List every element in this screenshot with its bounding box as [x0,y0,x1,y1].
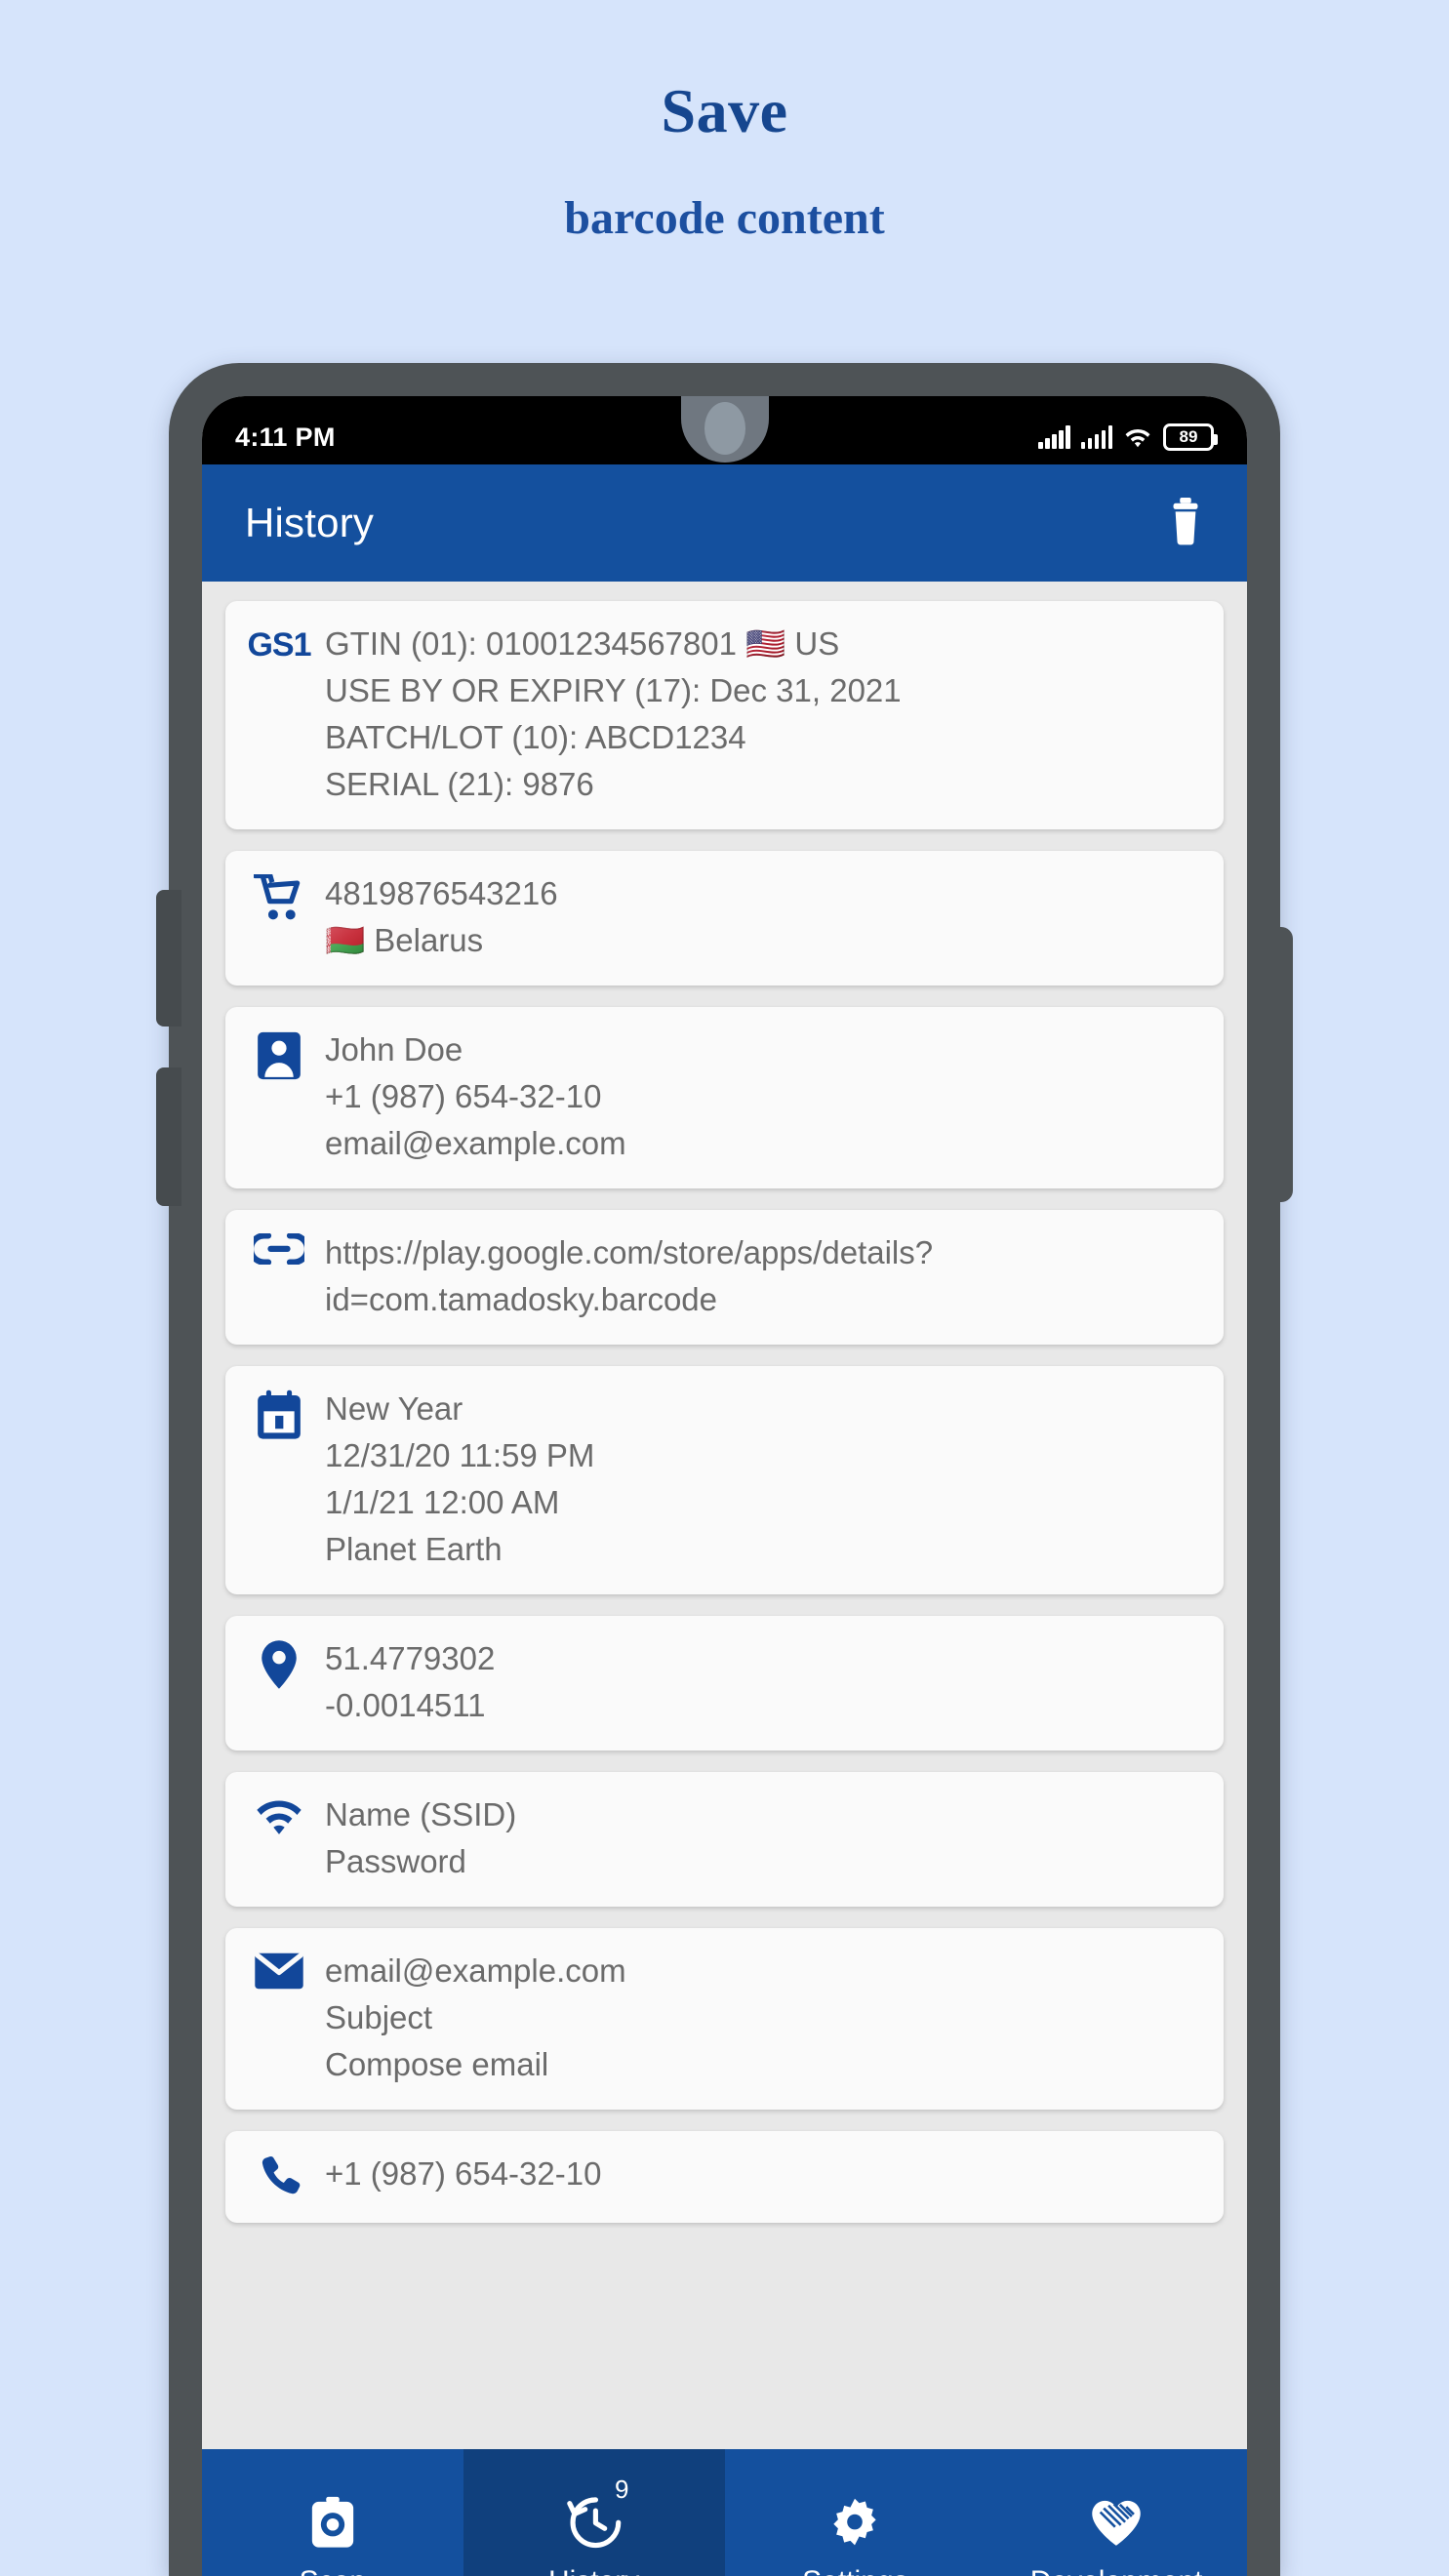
handshake-heart-icon [1092,2500,1141,2546]
nav-item-scan[interactable]: Scan [202,2449,463,2576]
list-item[interactable]: https://play.google.com/store/apps/detai… [225,1210,1224,1345]
list-item[interactable]: 51.4779302 -0.0014511 [225,1616,1224,1751]
list-item[interactable]: 4819876543216 🇧🇾 Belarus [225,851,1224,986]
shopping-cart-icon [254,874,301,920]
nav-label: History [548,2565,639,2576]
list-item-content: GTIN (01): 01001234567801 🇺🇸 US USE BY O… [307,621,1198,808]
list-item-line: John Doe [325,1031,463,1067]
list-item-line: Password [325,1843,466,1879]
status-icons: 89 [1038,410,1218,451]
trash-icon [1173,497,1198,544]
delete-history-button[interactable] [1163,497,1208,550]
volume-up-button[interactable] [156,890,181,1026]
front-camera-icon [704,402,745,455]
link-icon [254,1233,304,1265]
list-item[interactable]: GS1 GTIN (01): 01001234567801 🇺🇸 US USE … [225,601,1224,829]
heading-block: Save barcode content [0,80,1449,242]
nav-item-settings[interactable]: Settings [725,2449,986,2576]
status-bar: 4:11 PM 89 [202,396,1247,464]
app-bar-title: History [245,500,375,545]
list-item-line: New Year [325,1390,463,1427]
list-item-line: email@example.com [325,1125,626,1161]
list-item-line: +1 (987) 654-32-10 [325,1078,602,1114]
list-item-line: email@example.com [325,1952,626,1989]
list-item-line: 1/1/21 12:00 AM [325,1484,560,1520]
list-item-line: 51.4779302 [325,1640,496,1676]
notch [647,396,802,463]
list-item-line: -0.0014511 [325,1687,486,1723]
location-pin-icon [262,1640,297,1689]
nav-label: Scan [300,2565,366,2576]
list-item-line: BATCH/LOT (10): ABCD1234 [325,719,746,755]
history-list[interactable]: GS1 GTIN (01): 01001234567801 🇺🇸 US USE … [202,582,1247,2449]
list-item[interactable]: New Year 12/31/20 11:59 PM 1/1/21 12:00 … [225,1366,1224,1594]
bottom-navigation: Scan 9 History [202,2449,1247,2576]
email-icon [255,1952,303,1990]
list-item-line: Subject [325,1999,433,2035]
wifi-icon [257,1800,302,1834]
list-item[interactable]: email@example.com Subject Compose email [225,1928,1224,2110]
history-clock-icon [566,2497,621,2549]
nav-item-development[interactable]: Development [986,2449,1247,2576]
status-time: 4:11 PM [235,422,336,452]
phone-screen: 4:11 PM 89 History GS1 GTIN (01): 010012… [202,396,1247,2576]
list-item-line: 🇧🇾 Belarus [325,922,484,958]
battery-icon: 89 [1163,423,1218,451]
list-item-line: Planet Earth [325,1531,503,1567]
phone-icon [262,2155,301,2194]
list-item-content: Name (SSID) Password [307,1791,1198,1885]
list-item-line: GTIN (01): 01001234567801 🇺🇸 US [325,625,840,662]
phone-frame: 4:11 PM 89 History GS1 GTIN (01): 010012… [156,363,1293,2576]
list-item-content: 51.4779302 -0.0014511 [307,1635,1198,1729]
history-badge: 9 [615,2475,629,2504]
app-bar: History [202,464,1247,582]
calendar-icon [258,1389,301,1439]
list-item[interactable]: +1 (987) 654-32-10 [225,2131,1224,2223]
list-item-line: https://play.google.com/store/apps/detai… [325,1234,934,1317]
list-item-line: Name (SSID) [325,1796,517,1832]
list-item-content: New Year 12/31/20 11:59 PM 1/1/21 12:00 … [307,1386,1198,1573]
list-item[interactable]: John Doe +1 (987) 654-32-10 email@exampl… [225,1007,1224,1188]
nav-label: Development [1030,2565,1203,2576]
page-title: Save [661,76,788,145]
list-item-content: 4819876543216 🇧🇾 Belarus [307,870,1198,964]
nav-item-history[interactable]: 9 History [463,2449,725,2576]
signal-bars-icon-2 [1080,425,1112,449]
gs1-logo-icon: GS1 [247,626,311,664]
list-item-content: John Doe +1 (987) 654-32-10 email@exampl… [307,1026,1198,1167]
volume-down-button[interactable] [156,1067,181,1206]
power-button[interactable] [1268,927,1293,1202]
promo-screenshot: Save barcode content 4:11 PM 89 History … [0,0,1449,2576]
list-item-line: Compose email [325,2046,549,2082]
list-item-line: 12/31/20 11:59 PM [325,1437,595,1473]
list-item-line: USE BY OR EXPIRY (17): Dec 31, 2021 [325,672,902,708]
list-item-content: https://play.google.com/store/apps/detai… [307,1229,1198,1323]
contact-card-icon [258,1031,301,1080]
nav-label: Settings [802,2565,907,2576]
page-subtitle: barcode content [564,192,885,244]
list-item-content: email@example.com Subject Compose email [307,1948,1198,2088]
gear-icon [833,2498,877,2546]
list-item-line: SERIAL (21): 9876 [325,766,594,802]
signal-bars-icon [1038,425,1070,449]
list-item-line: +1 (987) 654-32-10 [325,2155,602,2192]
battery-level: 89 [1179,427,1198,446]
camera-icon [311,2496,354,2548]
list-item-content: +1 (987) 654-32-10 [307,2151,1198,2197]
wifi-icon [1125,428,1150,448]
list-item-line: 4819876543216 [325,875,558,911]
list-item[interactable]: Name (SSID) Password [225,1772,1224,1907]
